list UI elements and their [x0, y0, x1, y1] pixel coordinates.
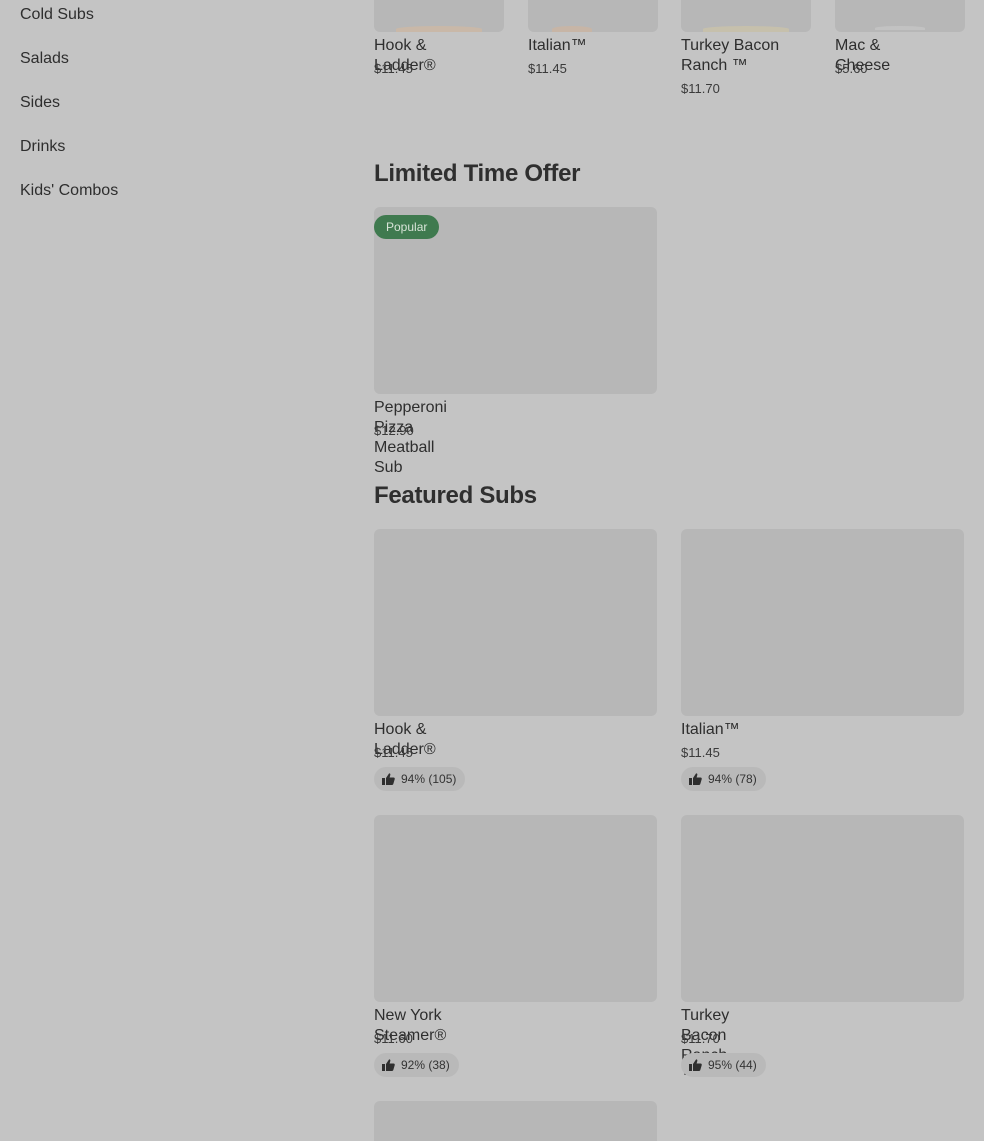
- item-image[interactable]: [374, 1101, 657, 1141]
- item-price: $11.70: [681, 1031, 720, 1046]
- section-title-featured: Featured Subs: [374, 482, 537, 509]
- item-price: $5.60: [835, 61, 868, 76]
- item-image: [374, 815, 657, 1002]
- rating-pill: 94% (105): [374, 767, 466, 791]
- sidebar-item-salads[interactable]: Salads: [20, 50, 69, 68]
- item-price: $11.45: [681, 745, 720, 760]
- rating-text: 94% (78): [708, 772, 757, 786]
- sidebar-item-drinks[interactable]: Drinks: [20, 138, 65, 156]
- rating-text: 95% (44): [708, 1058, 757, 1072]
- thumbs-up-icon: [689, 1059, 702, 1071]
- item-image: [374, 0, 504, 32]
- item-price: $11.70: [681, 81, 720, 96]
- thumbs-up-icon: [689, 773, 702, 785]
- item-price: $11.45: [374, 745, 413, 760]
- item-image: [835, 0, 965, 32]
- thumbs-up-icon: [382, 1059, 395, 1071]
- item-price: $12.90: [374, 423, 414, 438]
- rating-pill: 95% (44): [681, 1053, 766, 1077]
- item-price: $11.60: [374, 1031, 413, 1046]
- rating-pill: 94% (78): [681, 767, 766, 791]
- thumbs-up-icon: [382, 773, 395, 785]
- sidebar-item-kids-combos[interactable]: Kids' Combos: [20, 182, 118, 200]
- sidebar-item-cold-subs[interactable]: Cold Subs: [20, 6, 94, 24]
- popular-badge: Popular: [374, 215, 440, 239]
- rating-pill: 92% (38): [374, 1053, 459, 1077]
- sidebar-item-sides[interactable]: Sides: [20, 94, 60, 112]
- item-image: [374, 529, 657, 716]
- item-name: Italian™: [528, 37, 587, 54]
- item-name: Italian™: [681, 721, 740, 738]
- item-image: [681, 529, 964, 716]
- item-image: [681, 0, 811, 32]
- section-title-limited: Limited Time Offer: [374, 160, 581, 187]
- item-name: Turkey Bacon Ranch ™: [681, 37, 780, 74]
- item-price: $11.45: [528, 61, 567, 76]
- rating-text: 94% (105): [401, 772, 457, 786]
- rating-text: 92% (38): [401, 1058, 450, 1072]
- item-name: Pepperoni Pizza Meatball Sub: [374, 399, 447, 476]
- item-image: [528, 0, 658, 32]
- item-price: $11.45: [374, 61, 413, 76]
- item-image: [681, 815, 964, 1002]
